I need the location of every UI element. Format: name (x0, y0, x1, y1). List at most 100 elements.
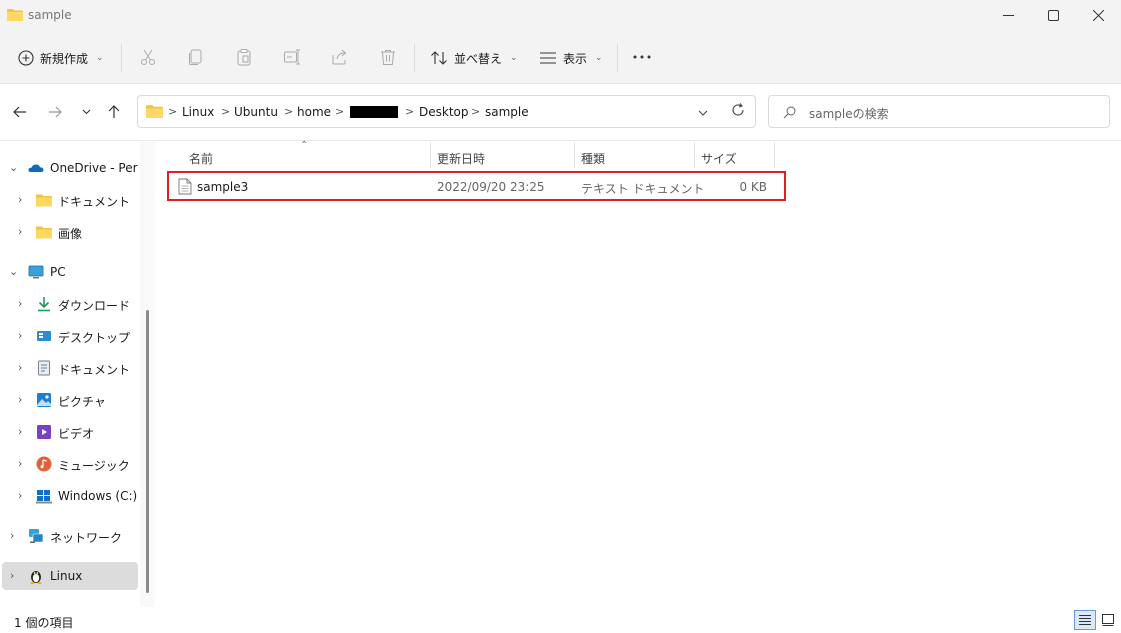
breadcrumb-sample[interactable]: sample (485, 105, 529, 119)
sidebar-item-linux[interactable]: › Linux (2, 562, 138, 590)
sidebar-item-onedrive[interactable]: ⌄ OneDrive - Personal (2, 154, 138, 182)
linux-icon (30, 571, 42, 584)
file-name[interactable]: sample3 (197, 180, 248, 194)
share-button[interactable] (330, 47, 350, 67)
chevron-right-icon[interactable]: › (18, 425, 22, 438)
video-icon (37, 425, 51, 439)
breadcrumb-separator[interactable]: > (168, 105, 177, 118)
onedrive-icon (28, 164, 44, 172)
sidebar-item-onedrive-documents[interactable]: › ドキュメント (2, 186, 138, 214)
drive-icon (36, 490, 52, 504)
sidebar-item-label: ダウンロード (58, 299, 131, 313)
sidebar-item-label: ドキュメント (58, 195, 131, 209)
recent-locations-button[interactable] (75, 101, 97, 123)
sidebar-item-onedrive-pictures[interactable]: › 画像 (2, 218, 138, 246)
sidebar-item-desktop[interactable]: › デスクトップ (2, 322, 138, 350)
address-history-button[interactable] (698, 106, 708, 120)
chevron-right-icon[interactable]: › (18, 393, 22, 406)
chevron-right-icon[interactable]: › (18, 457, 22, 470)
sidebar-item-pictures[interactable]: › ピクチャ (2, 386, 138, 414)
chevron-right-icon[interactable]: › (18, 193, 22, 206)
close-button[interactable] (1075, 0, 1121, 30)
file-modified: 2022/09/20 23:25 (437, 180, 545, 194)
details-view-button[interactable] (1074, 610, 1096, 630)
sidebar-item-downloads[interactable]: › ダウンロード (2, 290, 138, 318)
chevron-down-icon[interactable]: ⌄ (9, 161, 18, 174)
breadcrumb-home[interactable]: home (297, 105, 331, 119)
pc-icon (28, 265, 44, 279)
rename-button[interactable] (282, 47, 302, 67)
delete-button[interactable] (378, 47, 398, 67)
forward-button[interactable] (44, 101, 66, 123)
copy-icon (189, 49, 202, 65)
column-header-modified[interactable]: 更新日時 (431, 146, 575, 170)
file-size: 0 KB (739, 180, 767, 194)
folder-icon (7, 9, 23, 21)
table-row[interactable]: sample3 2022/09/20 23:25 テキスト ドキュメント 0 K… (167, 171, 786, 201)
folder-icon (36, 194, 52, 207)
chevron-right-icon[interactable]: › (18, 225, 22, 238)
sidebar-scrollbar[interactable] (146, 310, 149, 593)
sidebar-item-label: ミュージック (58, 459, 130, 473)
minimize-button[interactable] (985, 0, 1031, 30)
desktop-icon (37, 331, 51, 341)
sidebar-item-windows-c[interactable]: › Windows (C:) (2, 482, 138, 510)
sidebar-item-label: ドキュメント (58, 363, 131, 377)
chevron-right-icon[interactable]: › (10, 569, 14, 582)
arrow-up-icon (108, 105, 120, 118)
copy-button[interactable] (186, 47, 206, 67)
refresh-icon (732, 103, 744, 116)
breadcrumb-desktop[interactable]: Desktop (419, 105, 469, 119)
title-bar[interactable]: sample (0, 0, 1121, 30)
sidebar-item-pc[interactable]: ⌄ PC (2, 258, 138, 286)
sidebar-item-label: ビデオ (58, 427, 95, 441)
column-header-name[interactable]: 名前 (183, 146, 431, 170)
chevron-right-icon[interactable]: › (18, 489, 22, 502)
details-view-icon (1079, 615, 1091, 625)
file-list: ⌃ 名前 更新日時 種類 サイズ sample3 2022/09/20 23:2… (157, 140, 1121, 607)
cut-button[interactable] (138, 47, 158, 67)
refresh-button[interactable] (731, 103, 745, 120)
chevron-down-icon[interactable]: ⌄ (9, 265, 18, 278)
sidebar-item-videos[interactable]: › ビデオ (2, 418, 138, 446)
chevron-right-icon[interactable]: › (18, 329, 22, 342)
breadcrumb-separator[interactable]: > (221, 105, 230, 118)
more-button[interactable] (632, 47, 652, 67)
column-header-label: 種類 (581, 151, 606, 166)
breadcrumb-separator[interactable]: > (335, 105, 344, 118)
sidebar-item-documents[interactable]: › ドキュメント (2, 354, 138, 382)
new-button-label: 新規作成 (40, 51, 89, 66)
redacted-username[interactable] (350, 106, 398, 118)
column-divider[interactable] (774, 142, 775, 168)
column-header-size[interactable]: サイズ (695, 146, 775, 170)
breadcrumb-linux[interactable]: Linux (182, 105, 214, 119)
paste-icon (237, 49, 251, 66)
item-count: 1 個の項目 (14, 616, 74, 630)
breadcrumb-separator[interactable]: > (405, 105, 414, 118)
paste-button[interactable] (234, 47, 254, 67)
chevron-right-icon[interactable]: › (18, 297, 22, 310)
arrow-left-icon (13, 106, 26, 118)
back-button[interactable] (9, 101, 31, 123)
breadcrumb-ubuntu[interactable]: Ubuntu (234, 105, 278, 119)
sidebar-item-label: デスクトップ (58, 331, 131, 345)
column-header-type[interactable]: 種類 (575, 146, 695, 170)
sidebar-item-label: 画像 (58, 227, 83, 241)
chevron-right-icon[interactable]: › (18, 361, 22, 374)
separator (121, 44, 122, 72)
chevron-right-icon[interactable]: › (10, 529, 14, 542)
new-button[interactable]: 新規作成 ⌄ (18, 44, 104, 72)
sidebar-item-music[interactable]: › ミュージック (2, 450, 138, 478)
address-bar[interactable]: > Linux > Ubuntu > home > > Desktop > sa… (137, 95, 756, 128)
breadcrumb-separator[interactable]: > (471, 105, 480, 118)
breadcrumb-separator[interactable]: > (284, 105, 293, 118)
sort-button[interactable]: 並べ替え ⌄ (430, 44, 518, 72)
large-icons-view-button[interactable] (1097, 610, 1119, 630)
view-button[interactable]: 表示 ⌄ (539, 44, 603, 72)
search-input[interactable]: sampleの検索 (768, 95, 1110, 128)
up-button[interactable] (103, 101, 125, 123)
sidebar-item-network[interactable]: › ネットワーク (2, 522, 138, 550)
picture-icon (37, 393, 51, 407)
maximize-button[interactable] (1030, 0, 1076, 30)
command-bar: 新規作成 ⌄ 並べ替え ⌄ 表示 ⌄ (0, 30, 1121, 84)
